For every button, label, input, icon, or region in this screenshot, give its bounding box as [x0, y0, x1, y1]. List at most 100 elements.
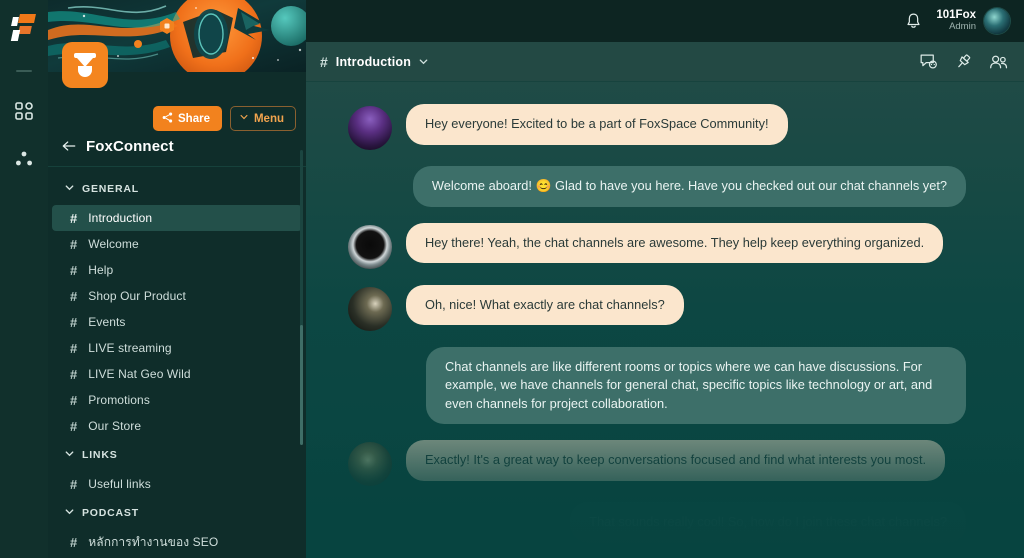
main-panel: 101Fox Admin # Introduction Hey everyone… [306, 0, 1024, 558]
sidebar-item-help[interactable]: # Help [52, 257, 302, 283]
hash-icon: # [70, 210, 78, 226]
sidebar-item-live-nat-geo-wild[interactable]: # LIVE Nat Geo Wild [52, 361, 302, 387]
channel-label: Our Store [88, 419, 142, 433]
channel-label: หลักการทำงานของ SEO [88, 534, 219, 549]
sidebar-divider [48, 166, 306, 167]
sidebar-item-promotions[interactable]: # Promotions [52, 387, 302, 413]
channel-label: Shop Our Product [88, 289, 186, 303]
purple-nebula-avatar[interactable] [348, 106, 392, 150]
channel-label: LIVE streaming [88, 341, 172, 355]
message-bubble[interactable]: Hey everyone! Excited to be a part of Fo… [406, 104, 788, 145]
galaxy-avatar[interactable] [348, 286, 392, 331]
message-bubble[interactable]: Chat channels are like different rooms o… [426, 346, 966, 425]
channel-group-podcast[interactable]: PODCAST [48, 497, 306, 529]
channel-header: # Introduction [306, 42, 1024, 82]
logo-bar [18, 26, 32, 34]
menu-button-label: Menu [253, 112, 284, 125]
rail-item-apps[interactable] [7, 94, 41, 128]
channel-group-label: PODCAST [82, 507, 139, 519]
share-icon [162, 111, 173, 126]
hash-icon: # [70, 476, 78, 492]
chevron-down-icon [64, 446, 75, 464]
channel-label: Introduction [88, 211, 153, 225]
message-bubble[interactable]: Hey there! Yeah, the chat channels are a… [406, 222, 944, 264]
sidebar-item-หลักการทำงานของ-seo[interactable]: # หลักการทำงานของ SEO [52, 529, 302, 555]
message-bubble[interactable]: Exactly! It's a great way to keep conver… [406, 440, 946, 481]
rail-divider [16, 70, 32, 72]
channel-header-actions [920, 53, 1008, 70]
message-list: Hey everyone! Excited to be a part of Fo… [306, 82, 1024, 558]
apps-grid-icon [15, 102, 33, 120]
channel-group-label: LINKS [82, 449, 118, 461]
channel-group-general[interactable]: GENERAL [48, 173, 306, 205]
hash-icon: # [320, 53, 328, 70]
message-bubble[interactable]: Oh, nice! What exactly are chat channels… [406, 284, 684, 326]
channel-label: Events [88, 315, 126, 329]
chat-bubble-icon[interactable] [920, 53, 938, 70]
sidebar-item-events[interactable]: # Events [52, 309, 302, 335]
hash-icon: # [70, 314, 78, 330]
hash-icon: # [70, 340, 78, 356]
sidebar-item-introduction[interactable]: # Introduction [52, 205, 302, 231]
message-bubble[interactable]: Welcome aboard! 😊 Glad to have you here.… [412, 166, 966, 207]
message-bubble[interactable]: That sounds really cool! So, how do I jo… [570, 502, 966, 543]
server-sidebar: Share Menu FoxConnect GENERAL # Introducti… [48, 0, 306, 558]
top-bar-right: 101Fox Admin [905, 0, 1010, 42]
members-icon[interactable] [989, 54, 1008, 70]
channel-label: LIVE Nat Geo Wild [88, 367, 191, 381]
message-row: That sounds really cool! So, how do I jo… [348, 502, 966, 543]
avatar[interactable] [984, 8, 1010, 34]
channel-list: GENERAL # Introduction # Welcome # Help # Shop O… [48, 168, 306, 558]
sidebar-item-live-streaming[interactable]: # LIVE streaming [52, 335, 302, 361]
message-row: Welcome aboard! 😊 Glad to have you here.… [348, 166, 966, 207]
sidebar-scrollbar-thumb[interactable] [300, 325, 303, 445]
top-bar: 101Fox Admin [306, 0, 1024, 42]
logo-bar [11, 17, 19, 26]
menu-button[interactable]: Menu [229, 106, 296, 131]
channel-group-links[interactable]: LINKS [48, 439, 306, 471]
message-row: Oh, nice! What exactly are chat channels… [348, 284, 966, 331]
message-row: Hey everyone! Excited to be a part of Fo… [348, 104, 966, 150]
user-role: Admin [949, 21, 976, 33]
sidebar-item-shop-our-product[interactable]: # Shop Our Product [52, 283, 302, 309]
message-row: Chat channels are like different rooms o… [348, 346, 966, 425]
arrow-left-icon[interactable] [62, 140, 76, 152]
channel-group-label: GENERAL [82, 183, 139, 195]
chevron-down-icon[interactable] [418, 56, 429, 67]
hash-icon: # [70, 366, 78, 382]
server-title-row: FoxConnect [48, 130, 306, 162]
user-menu[interactable]: 101Fox Admin [936, 8, 1010, 34]
channel-label: Promotions [88, 393, 150, 407]
chevron-down-icon [64, 504, 75, 522]
hash-icon: # [70, 392, 78, 408]
channel-label: Useful links [88, 477, 151, 491]
server-avatar[interactable] [62, 42, 108, 88]
star-cluster-avatar[interactable] [348, 442, 392, 487]
page-title: Introduction [335, 54, 412, 69]
share-button-label: Share [178, 112, 210, 125]
hash-icon: # [70, 418, 78, 434]
bell-icon[interactable] [905, 12, 922, 30]
eclipse-avatar[interactable] [348, 224, 392, 269]
share-button[interactable]: Share [153, 106, 222, 131]
rail-item-community[interactable] [7, 142, 41, 176]
foxspace-logo[interactable] [9, 12, 39, 44]
chevron-down-icon [239, 112, 249, 125]
app-window: Share Menu FoxConnect GENERAL # Introducti… [0, 0, 1024, 558]
sidebar-item-our-store[interactable]: # Our Store [52, 413, 302, 439]
hash-icon: # [70, 288, 78, 304]
channel-label: Welcome [88, 237, 139, 251]
hash-icon: # [70, 236, 78, 252]
message-row: Exactly! It's a great way to keep conver… [348, 440, 966, 487]
banner-actions: Share Menu [153, 106, 296, 131]
logo-bar [18, 14, 36, 23]
sidebar-item-welcome[interactable]: # Welcome [52, 231, 302, 257]
user-meta: 101Fox Admin [936, 9, 976, 33]
hash-icon: # [70, 534, 78, 550]
sidebar-item-useful-links[interactable]: # Useful links [52, 471, 302, 497]
chevron-down-icon [64, 180, 75, 198]
message-row: Hey there! Yeah, the chat channels are a… [348, 222, 966, 269]
server-name: FoxConnect [86, 137, 174, 155]
pin-icon[interactable] [955, 53, 972, 70]
logo-bar [10, 30, 21, 41]
